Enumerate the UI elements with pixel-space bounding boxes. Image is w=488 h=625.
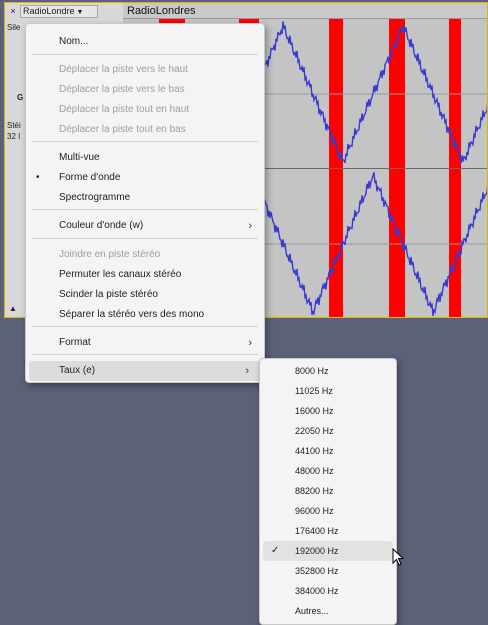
rate-option[interactable]: 96000 Hz: [260, 501, 396, 521]
menu-item-label: Déplacer la piste vers le bas: [59, 84, 185, 95]
menu-item-label: Séparer la stéréo vers des mono: [59, 309, 205, 320]
menu-separator: [32, 326, 258, 327]
rate-option[interactable]: 22050 Hz: [260, 421, 396, 441]
menu-item-label: Déplacer la piste tout en bas: [59, 124, 186, 135]
selection-stripe: [449, 169, 461, 317]
menu-item: Déplacer la piste tout en bas: [26, 120, 264, 140]
menu-item-label: Joindre en piste stéréo: [59, 249, 161, 260]
track-context-menu: Nom... Déplacer la piste vers le haut Dépl…: [25, 23, 265, 383]
rate-option[interactable]: 8000 Hz: [260, 361, 396, 381]
chevron-down-icon: ▼: [76, 9, 84, 16]
collapse-track-icon[interactable]: ▲: [9, 304, 21, 314]
track-info-channels: Stéi: [7, 121, 21, 130]
menu-item: Joindre en piste stéréo: [26, 245, 264, 265]
rate-option[interactable]: 88200 Hz: [260, 481, 396, 501]
menu-item-label: Scinder la piste stéréo: [59, 289, 158, 300]
menu-item-label: Nom...: [59, 36, 89, 47]
menu-separator: [32, 141, 258, 142]
menu-item[interactable]: Séparer la stéréo vers des mono: [26, 305, 264, 325]
rate-option[interactable]: Autres...: [260, 601, 396, 621]
rate-option-label: 44100 Hz: [295, 446, 334, 456]
menu-item[interactable]: Taux (e) ›: [29, 361, 261, 381]
gain-label: G: [17, 93, 24, 102]
rate-option[interactable]: 44100 Hz: [260, 441, 396, 461]
radio-bullet-icon: •: [36, 172, 40, 183]
rate-option-label: 96000 Hz: [295, 506, 334, 516]
rate-option-label: 352800 Hz: [295, 566, 339, 576]
rate-option[interactable]: 384000 Hz: [260, 581, 396, 601]
menu-item-label: Format: [59, 337, 91, 348]
track-info-bits: 32 I: [7, 132, 21, 141]
menu-item[interactable]: Permuter les canaux stéréo: [26, 265, 264, 285]
menu-item: Déplacer la piste vers le haut: [26, 60, 264, 80]
chevron-right-icon: ›: [248, 220, 252, 232]
track-title: RadioLondres: [123, 3, 487, 19]
rate-option-label: 384000 Hz: [295, 586, 339, 596]
menu-item-label: Couleur d'onde (w): [59, 220, 144, 231]
menu-item-label: Permuter les canaux stéréo: [59, 269, 182, 280]
menu-item-label: Forme d'onde: [59, 172, 121, 183]
rate-option-label: 88200 Hz: [295, 486, 334, 496]
rate-option-label: 48000 Hz: [295, 466, 334, 476]
rate-option-label: 11025 Hz: [295, 386, 333, 396]
rate-option[interactable]: 48000 Hz: [260, 461, 396, 481]
rate-option-label: 176400 Hz: [295, 526, 339, 536]
rate-option[interactable]: 352800 Hz: [260, 561, 396, 581]
menu-separator: [32, 54, 258, 55]
menu-item[interactable]: Multi-vue: [26, 148, 264, 168]
menu-item-label: Déplacer la piste tout en haut: [59, 104, 190, 115]
menu-item-label: Multi-vue: [59, 152, 100, 163]
chevron-right-icon: ›: [245, 365, 249, 377]
menu-item-label: Spectrogramme: [59, 192, 131, 203]
menu-item: Déplacer la piste tout en haut: [26, 100, 264, 120]
mouse-cursor-icon: [392, 548, 404, 566]
menu-item-label: Déplacer la piste vers le haut: [59, 64, 188, 75]
rate-option[interactable]: 11025 Hz: [260, 381, 396, 401]
menu-separator: [32, 354, 258, 355]
rate-option-label: 22050 Hz: [295, 426, 334, 436]
rate-option-label: 8000 Hz: [295, 366, 329, 376]
track-close-button[interactable]: ×: [7, 5, 19, 18]
menu-item[interactable]: Nom...: [26, 32, 264, 52]
rate-option-label: Autres...: [295, 606, 329, 616]
menu-item[interactable]: Spectrogramme: [26, 188, 264, 208]
menu-item: Déplacer la piste vers le bas: [26, 80, 264, 100]
track-name-dropdown[interactable]: RadioLondre ▼: [20, 5, 98, 18]
menu-item[interactable]: Couleur d'onde (w) ›: [26, 216, 264, 236]
menu-item-label: Taux (e): [59, 365, 96, 376]
track-name-label: RadioLondre: [23, 6, 75, 16]
rate-submenu: 8000 Hz 11025 Hz 16000 Hz 22050 Hz 44100 Hz 4…: [259, 358, 397, 625]
rate-option[interactable]: 176400 Hz: [260, 521, 396, 541]
rate-option-label: 192000 Hz: [295, 546, 339, 556]
menu-item[interactable]: Format ›: [26, 333, 264, 353]
checkmark-icon: ✓: [271, 545, 280, 556]
menu-separator: [32, 209, 258, 210]
mute-label[interactable]: Sile: [7, 23, 20, 32]
rate-option[interactable]: ✓ 192000 Hz: [263, 541, 393, 561]
rate-option[interactable]: 16000 Hz: [260, 401, 396, 421]
menu-item[interactable]: Scinder la piste stéréo: [26, 285, 264, 305]
chevron-right-icon: ›: [248, 337, 252, 349]
menu-separator: [32, 238, 258, 239]
rate-option-label: 16000 Hz: [295, 406, 334, 416]
menu-item[interactable]: • Forme d'onde: [26, 168, 264, 188]
